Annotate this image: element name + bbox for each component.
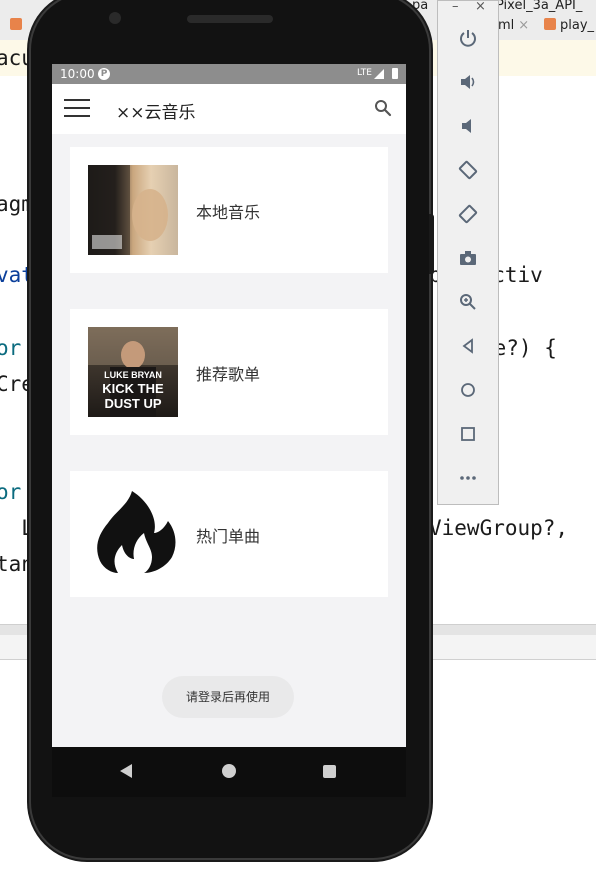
file-icon xyxy=(544,18,556,30)
menu-card-recommended-playlists[interactable]: LUKE BRYAN KICK THE DUST UP 推荐歌单 xyxy=(70,309,388,435)
album-cover-image xyxy=(88,165,178,255)
code-line: or xyxy=(0,480,22,504)
editor-tab[interactable]: play_ xyxy=(544,18,594,33)
album-cover-image: LUKE BRYAN KICK THE DUST UP xyxy=(88,327,178,417)
status-time: 10:00 xyxy=(60,67,95,81)
code-line: tan xyxy=(0,552,34,576)
emulator-phone-frame: 10:00 P LTE ××云音乐 本地音乐 LUKE BRYAN KICK T… xyxy=(31,0,434,858)
close-emulator-button[interactable]: × xyxy=(475,0,486,14)
album-text: LUKE BRYAN xyxy=(104,370,162,380)
code-line: ViewGroup?, xyxy=(429,516,569,540)
hamburger-menu-icon[interactable] xyxy=(64,96,90,120)
app-title: ××云音乐 xyxy=(116,103,196,123)
minimize-button[interactable]: – xyxy=(452,0,459,14)
home-icon[interactable] xyxy=(453,375,483,405)
rotate-left-icon[interactable] xyxy=(453,155,483,185)
code-line: or xyxy=(0,336,22,360)
nav-home-icon[interactable] xyxy=(222,764,236,778)
emulator-side-toolbar: – × xyxy=(437,0,499,505)
album-text: DUST UP xyxy=(104,396,161,411)
code-line: Cre xyxy=(0,372,34,396)
menu-card-hot-singles[interactable]: 热门单曲 xyxy=(70,471,388,597)
menu-card-local-music[interactable]: 本地音乐 xyxy=(70,147,388,273)
volume-down-icon[interactable] xyxy=(453,111,483,141)
file-icon xyxy=(10,18,22,30)
code-fragment: acu xyxy=(0,46,34,70)
card-label: 本地音乐 xyxy=(196,203,261,222)
card-label: 热门单曲 xyxy=(196,527,261,546)
network-type: LTE xyxy=(357,68,372,78)
notification-icon: P xyxy=(98,68,110,80)
editor-tab[interactable]: ml × xyxy=(498,18,529,33)
power-icon[interactable] xyxy=(453,23,483,53)
code-line: L xyxy=(21,516,34,540)
code-line: vat xyxy=(0,263,34,287)
volume-up-icon[interactable] xyxy=(453,67,483,97)
status-bar: 10:00 P LTE xyxy=(52,64,406,84)
back-icon[interactable] xyxy=(453,331,483,361)
login-toast: 请登录后再使用 xyxy=(162,676,294,718)
battery-icon xyxy=(392,68,398,79)
more-icon[interactable] xyxy=(453,463,483,493)
rotate-right-icon[interactable] xyxy=(453,199,483,229)
editor-tab[interactable]: pa xyxy=(412,0,428,13)
nav-back-icon[interactable] xyxy=(120,764,132,778)
app-toolbar: ××云音乐 xyxy=(52,84,406,134)
search-icon[interactable] xyxy=(374,99,392,117)
zoom-icon[interactable] xyxy=(453,287,483,317)
album-text: KICK THE xyxy=(102,381,164,396)
overview-icon[interactable] xyxy=(453,419,483,449)
earpiece-speaker xyxy=(187,15,273,23)
nav-recents-icon[interactable] xyxy=(323,765,336,778)
flame-icon xyxy=(97,491,176,573)
front-camera xyxy=(109,12,121,24)
editor-tab[interactable] xyxy=(10,18,26,33)
card-label: 推荐歌单 xyxy=(196,365,261,384)
camera-icon[interactable] xyxy=(453,243,483,273)
close-tab-icon[interactable]: × xyxy=(518,18,529,33)
editor-tab[interactable]: Pixel_3a_API_ xyxy=(496,0,582,13)
volume-button xyxy=(429,214,434,274)
android-nav-bar xyxy=(52,747,406,797)
signal-icon xyxy=(374,69,384,79)
code-line: agm xyxy=(0,192,34,216)
app-screen: 10:00 P LTE ××云音乐 本地音乐 LUKE BRYAN KICK T… xyxy=(52,64,406,747)
